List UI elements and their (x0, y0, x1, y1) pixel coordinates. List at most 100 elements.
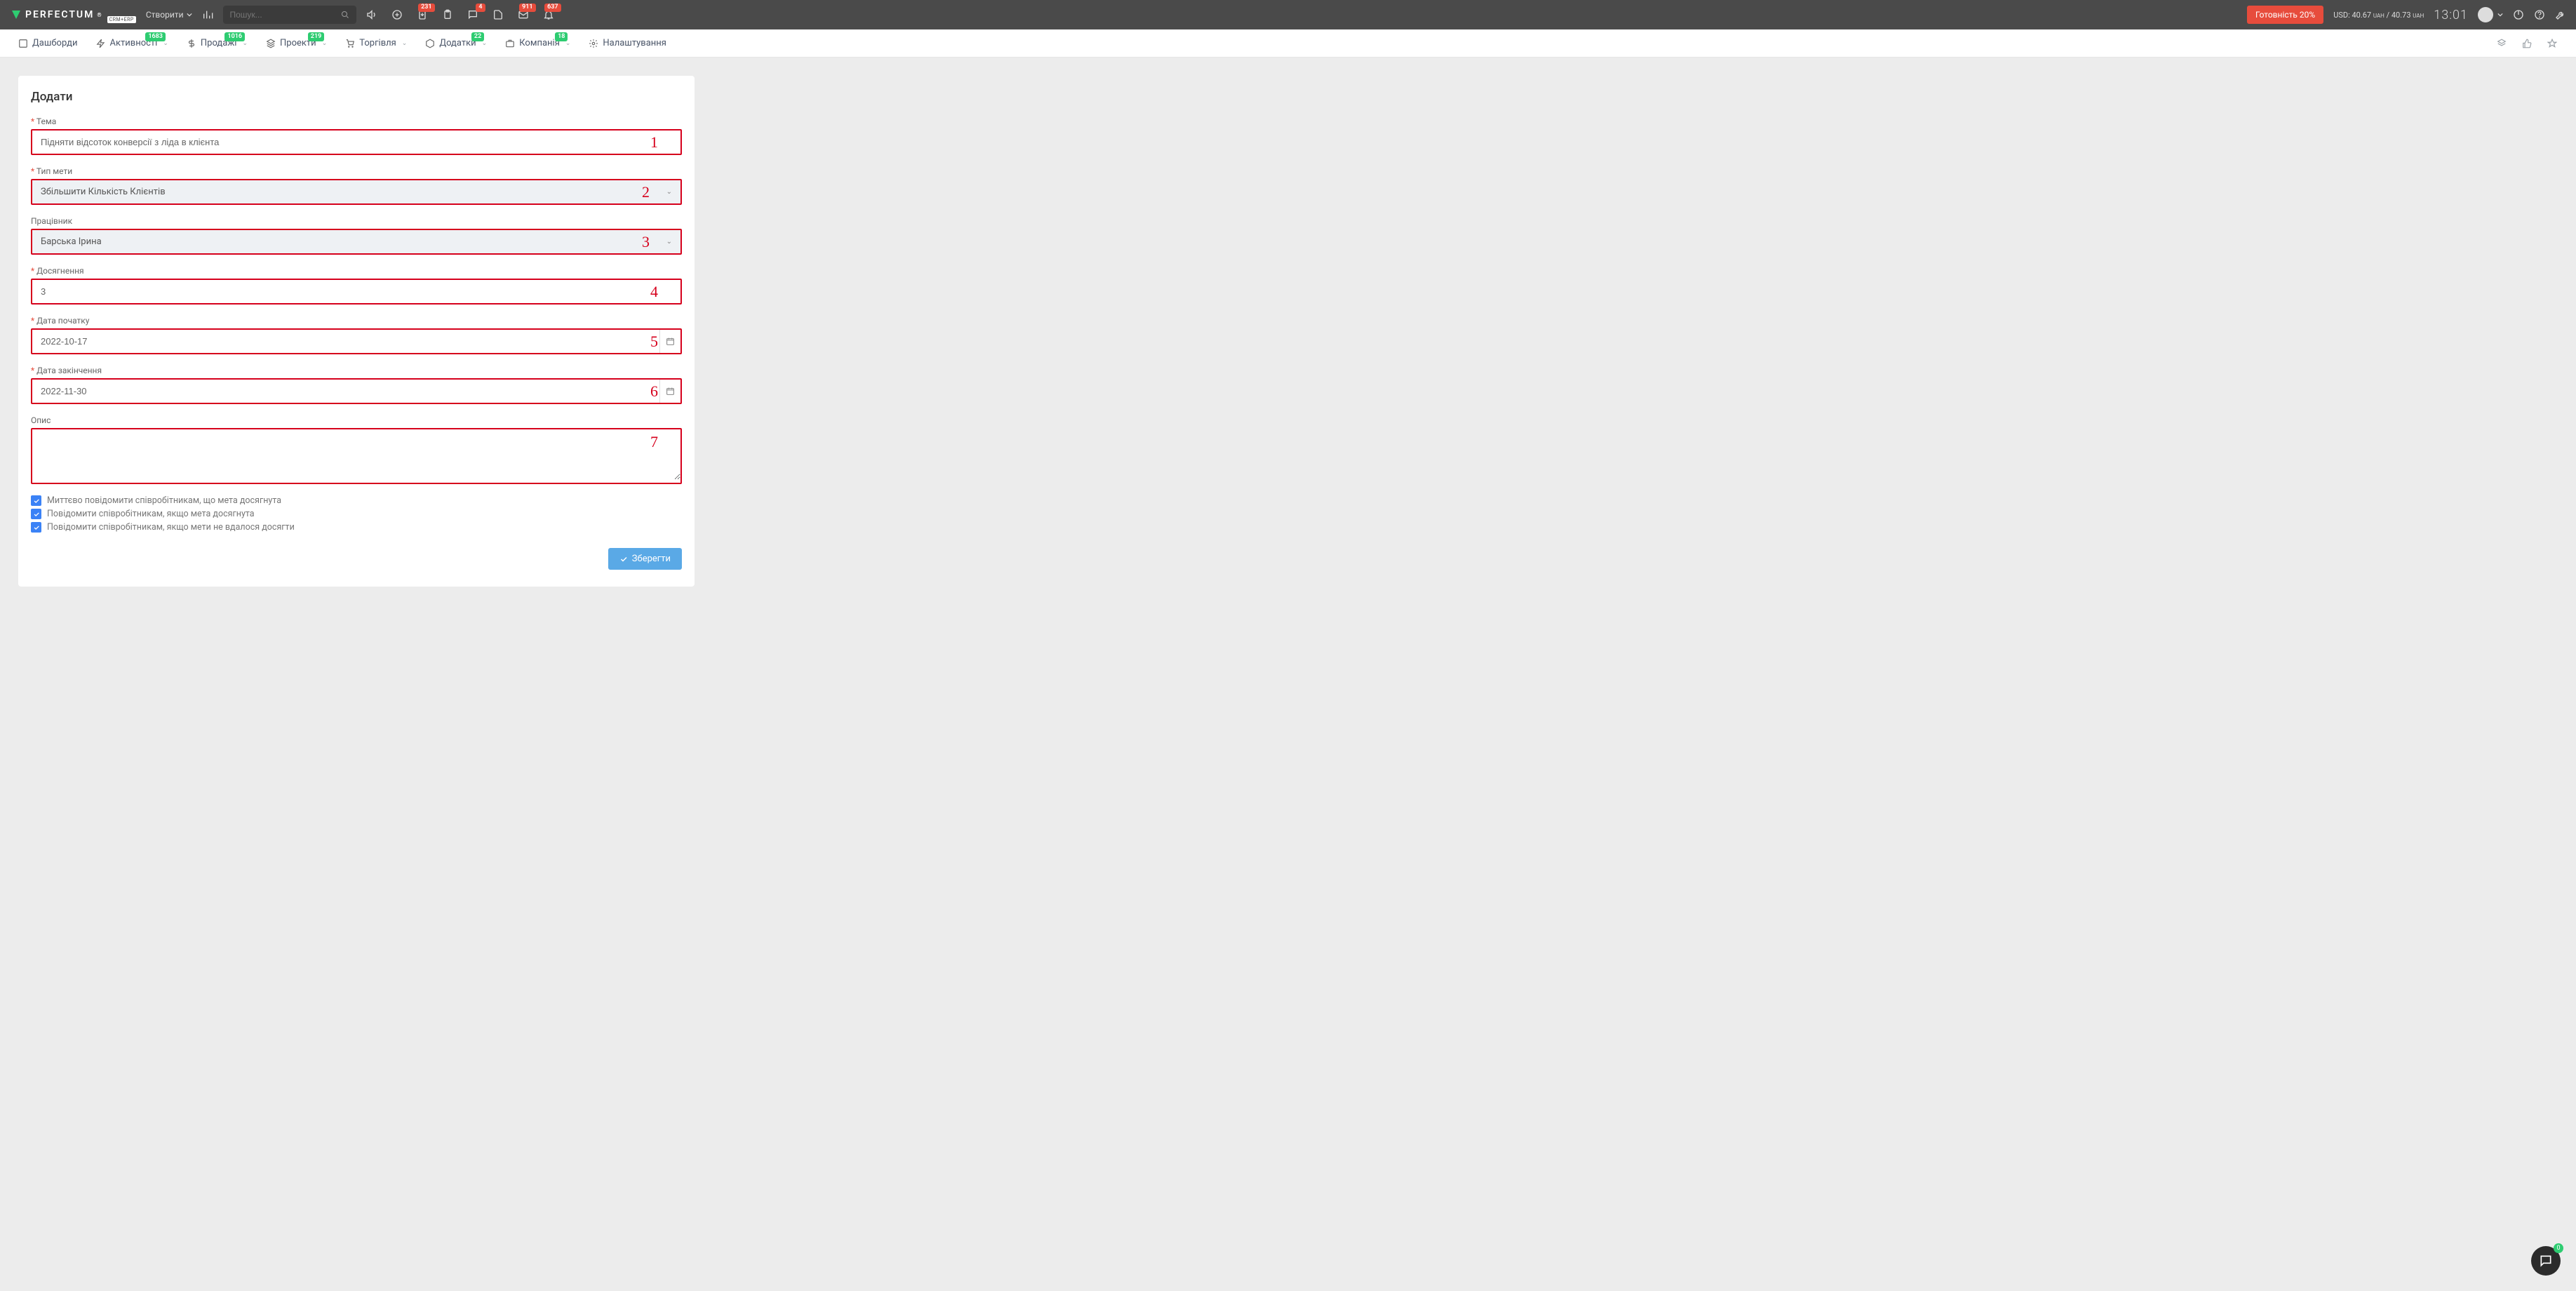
doc-badge: 231 (418, 4, 434, 12)
search-icon (341, 11, 349, 19)
field-achievement: Досягнення 4 (31, 266, 682, 305)
cart-icon (345, 39, 355, 48)
start-date-input[interactable] (32, 330, 659, 353)
fab-badge: 0 (2554, 1243, 2563, 1253)
search-input-wrap[interactable] (223, 6, 356, 24)
clock: 13:01 (2434, 8, 2468, 22)
create-label: Створити (146, 10, 184, 20)
checkbox-icon (31, 522, 41, 533)
nav-badge: 1683 (145, 32, 166, 41)
goal-type-select[interactable]: Збільшити Кількість Клієнтів ⌄ (32, 180, 680, 203)
end-date-input[interactable] (32, 380, 659, 403)
stats-icon[interactable] (202, 9, 213, 20)
navbar: Дашборди Активності 1683 ⌄ Продажі 1016 … (0, 29, 2576, 58)
activity-icon (96, 39, 106, 48)
nav-right-icons (2496, 38, 2558, 49)
message-icon[interactable]: 4 (467, 9, 478, 20)
checkbox-notify-instant[interactable]: Миттєво повідомити співробітникам, що ме… (31, 495, 682, 506)
description-label: Опис (31, 415, 682, 425)
nav-projects[interactable]: Проекти 219 ⌄ (266, 38, 327, 48)
chevron-down-icon: ⌄ (666, 238, 672, 246)
start-date-label: Дата початку (31, 316, 682, 326)
clipboard-icon[interactable] (442, 9, 453, 20)
nav-badge: 219 (308, 32, 324, 41)
nav-badge: 18 (555, 32, 568, 41)
checkbox-notify-achieved[interactable]: Повідомити співробітникам, якщо мета дос… (31, 509, 682, 519)
calendar-button[interactable] (659, 330, 680, 353)
briefcase-icon (505, 39, 515, 48)
chat-icon[interactable] (391, 9, 403, 20)
employee-label: Працівник (31, 216, 682, 226)
doc-download-icon[interactable]: 231 (417, 9, 428, 20)
calendar-icon (666, 387, 675, 396)
nav-badge: 22 (471, 32, 484, 41)
checkbox-label: Повідомити співробітникам, якщо мети не … (47, 522, 295, 533)
check-icon (619, 555, 628, 563)
nav-label: Дашборди (32, 38, 78, 48)
chevron-down-icon (187, 12, 192, 18)
nav-badge: 1016 (224, 32, 245, 41)
end-date-label: Дата закінчення (31, 366, 682, 375)
nav-activities[interactable]: Активності 1683 ⌄ (96, 38, 168, 48)
chevron-down-icon: ⌄ (402, 40, 408, 47)
brand-name: PERFECTUM (25, 9, 94, 20)
power-icon[interactable] (2513, 9, 2524, 20)
chevron-down-icon: ⌄ (666, 188, 672, 196)
dashboard-icon (18, 39, 28, 48)
brand-logo[interactable]: PERFECTUM ® (10, 8, 103, 21)
subject-input[interactable] (32, 131, 680, 154)
form-card: Додати Тема 1 Тип мети Збільшити Кількіс… (18, 76, 695, 587)
logo-mark-icon (10, 8, 22, 21)
inbox-icon[interactable]: 911 (518, 9, 529, 20)
description-textarea[interactable] (32, 429, 680, 480)
checkbox-icon (31, 509, 41, 519)
file-icon[interactable] (492, 9, 504, 20)
checkbox-icon (31, 495, 41, 506)
checkbox-notify-failed[interactable]: Повідомити співробітникам, якщо мети не … (31, 522, 682, 533)
nav-label: Додатки (439, 38, 476, 48)
nav-label: Торгівля (359, 38, 396, 48)
fx-rates: USD: 40.67 UAH / 40.73 UAH (2333, 11, 2424, 20)
nav-addons[interactable]: Додатки 22 ⌄ (425, 38, 487, 48)
subject-label: Тема (31, 116, 682, 126)
layers-small-icon[interactable] (2496, 38, 2507, 49)
save-label: Зберегти (632, 554, 671, 564)
calendar-button[interactable] (659, 380, 680, 403)
chat-fab[interactable]: 0 (2531, 1246, 2561, 1276)
nav-settings[interactable]: Налаштування (589, 38, 666, 48)
sound-icon[interactable] (366, 9, 377, 20)
brand-sub: CRM+ERP (107, 16, 136, 23)
box-icon (425, 39, 435, 48)
inbox-badge: 911 (519, 4, 535, 12)
employee-select[interactable]: Барська Ірина ⌄ (32, 230, 680, 253)
message-badge: 4 (476, 4, 485, 12)
field-employee: Працівник Барська Ірина ⌄ 3 (31, 216, 682, 255)
help-icon[interactable] (2534, 9, 2545, 20)
search-input[interactable] (230, 10, 341, 20)
topbar: PERFECTUM ® CRM+ERP Створити 231 (0, 0, 2576, 29)
checkbox-label: Миттєво повідомити співробітникам, що ме… (47, 495, 281, 506)
wrench-icon[interactable] (2555, 9, 2566, 20)
save-button[interactable]: Зберегти (608, 548, 682, 570)
nav-dashboards[interactable]: Дашборди (18, 38, 78, 48)
field-end-date: Дата закінчення 6 (31, 366, 682, 404)
achievement-input[interactable] (32, 280, 680, 303)
achievement-label: Досягнення (31, 266, 682, 276)
field-start-date: Дата початку 5 (31, 316, 682, 354)
nav-sales[interactable]: Продажі 1016 ⌄ (187, 38, 248, 48)
nav-label: Компанія (519, 38, 560, 48)
bell-icon[interactable]: 637 (543, 9, 554, 20)
star-icon[interactable] (2547, 38, 2558, 49)
goal-type-value: Збільшити Кількість Клієнтів (41, 187, 166, 197)
nav-company[interactable]: Компанія 18 ⌄ (505, 38, 570, 48)
readiness-button[interactable]: Готовність 20% (2247, 6, 2323, 24)
goal-type-label: Тип мети (31, 166, 682, 176)
user-menu[interactable] (2478, 7, 2503, 22)
nav-trade[interactable]: Торгівля ⌄ (345, 38, 407, 48)
page-title: Додати (31, 90, 682, 104)
topbar-icons: 231 4 911 637 (366, 9, 554, 20)
avatar-icon (2478, 7, 2493, 22)
create-dropdown[interactable]: Створити (146, 10, 192, 20)
thumbs-up-icon[interactable] (2521, 38, 2533, 49)
page: Додати Тема 1 Тип мети Збільшити Кількіс… (0, 58, 2576, 605)
